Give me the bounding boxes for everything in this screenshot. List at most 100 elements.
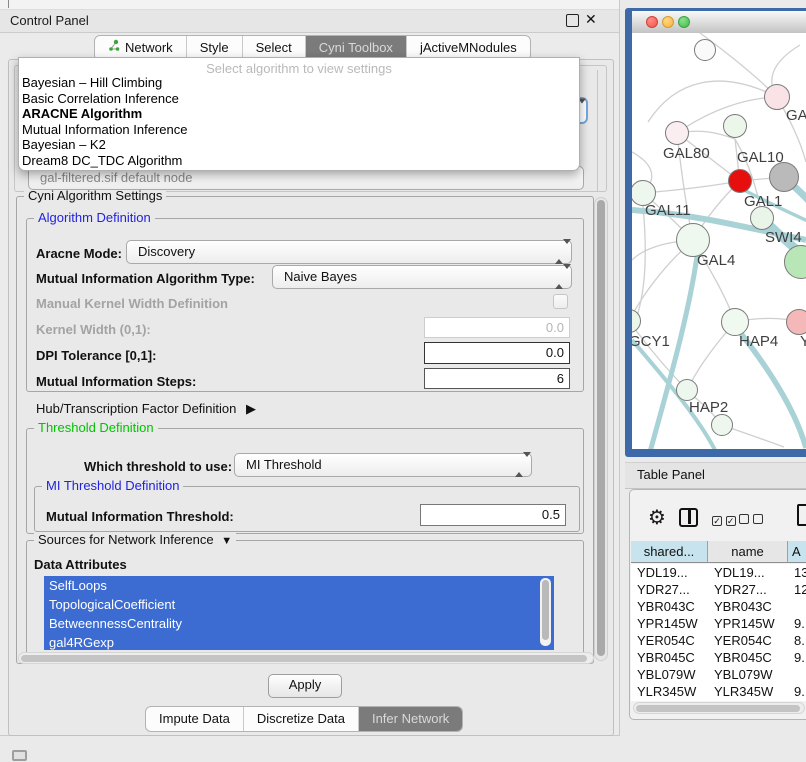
mi-threshold-field[interactable]: 0.5 xyxy=(420,504,566,526)
network-node[interactable] xyxy=(721,308,749,336)
close-panel-icon[interactable]: ✕ xyxy=(585,11,597,28)
which-threshold-combo[interactable]: MI Threshold xyxy=(234,453,532,477)
settings-scrollbar[interactable] xyxy=(594,197,608,661)
table-cell[interactable]: 9 xyxy=(788,700,806,701)
table-cell[interactable]: YLR345W xyxy=(631,683,708,700)
table-cell[interactable]: YBR043C xyxy=(631,598,708,615)
table-cell[interactable]: YBR045C xyxy=(708,649,788,666)
manual-kernel-checkbox[interactable] xyxy=(553,294,568,309)
list-item[interactable]: gal4RGexp xyxy=(44,633,554,650)
network-node[interactable] xyxy=(676,379,698,401)
network-node[interactable] xyxy=(694,39,716,61)
table-row[interactable]: YBR043CYBR043C xyxy=(631,598,806,615)
table-row[interactable]: YBR045CYBR045C9. xyxy=(631,649,806,666)
list-scrollbar[interactable] xyxy=(540,578,551,646)
table-cell[interactable]: YDL19... xyxy=(631,564,708,581)
network-node[interactable] xyxy=(728,169,752,193)
table-row[interactable]: YER054CYER054C8. xyxy=(631,632,806,649)
float-panel-icon[interactable] xyxy=(566,14,579,27)
sources-title[interactable]: Sources for Network Inference ▼ xyxy=(34,533,236,548)
settings-scrollbar-thumb[interactable] xyxy=(597,200,605,656)
table-cell[interactable]: 12 xyxy=(788,581,806,598)
table-cell[interactable]: YLR345W xyxy=(708,683,788,700)
table-hscrollbar-thumb[interactable] xyxy=(636,705,800,712)
table-row[interactable]: YDR27...YDR27...12 xyxy=(631,581,806,598)
network-node[interactable] xyxy=(769,162,799,192)
mi-type-combo[interactable]: Naive Bayes xyxy=(272,265,572,289)
table-cell[interactable]: YIL052C xyxy=(631,700,708,701)
table-row[interactable]: YDL19...YDL19...13 xyxy=(631,564,806,581)
table-cell[interactable]: 9. xyxy=(788,649,806,666)
table-cell[interactable]: 8. xyxy=(788,632,806,649)
new-table-icon[interactable] xyxy=(797,504,806,526)
table-cell[interactable]: YIL052C xyxy=(708,700,788,701)
table-cell[interactable]: YBR045C xyxy=(631,649,708,666)
table-row[interactable]: YPR145WYPR145W9. xyxy=(631,615,806,632)
table-cell[interactable]: YPR145W xyxy=(631,615,708,632)
table-cell[interactable]: 9. xyxy=(788,683,806,700)
settings-hscrollbar-thumb[interactable] xyxy=(21,655,587,662)
table-cell[interactable]: YDR27... xyxy=(708,581,788,598)
aracne-mode-combo[interactable]: Discovery xyxy=(126,240,572,264)
kernel-width-field[interactable]: 0.0 xyxy=(424,317,570,338)
network-window-titlebar[interactable] xyxy=(632,11,806,34)
dropdown-item-selected[interactable]: ARACNE Algorithm xyxy=(19,106,579,122)
dpi-tolerance-field[interactable]: 0.0 xyxy=(424,342,570,364)
tab-label: Impute Data xyxy=(159,707,230,731)
data-attributes-list[interactable]: SelfLoops TopologicalCoefficient Between… xyxy=(44,576,554,650)
table-hscrollbar[interactable] xyxy=(633,702,805,714)
table-cell[interactable]: YPR145W xyxy=(708,615,788,632)
list-item[interactable]: BetweennessCentrality xyxy=(44,614,554,633)
list-item[interactable]: SelfLoops xyxy=(44,576,554,595)
table-cell[interactable]: YBL079W xyxy=(708,666,788,683)
list-scrollbar-thumb[interactable] xyxy=(542,580,549,640)
network-node[interactable] xyxy=(723,114,747,138)
tab-discretize-data[interactable]: Discretize Data xyxy=(243,707,358,731)
network-canvas[interactable]: GAL GAL80 GAL10 GAL1 GAL11 SWI4 GAL4 GCY… xyxy=(632,33,806,449)
apply-button[interactable]: Apply xyxy=(268,674,342,698)
gear-icon[interactable]: ⚙ xyxy=(648,505,666,530)
docked-panel-icon[interactable] xyxy=(12,750,27,761)
threshold-definition-title: Threshold Definition xyxy=(34,421,158,435)
table-cell[interactable]: YER054C xyxy=(631,632,708,649)
network-node[interactable] xyxy=(711,414,733,436)
column-header-shared-name[interactable]: shared... xyxy=(631,541,708,563)
table-row[interactable]: YIL052CYIL052C9 xyxy=(631,700,806,701)
tab-infer-network[interactable]: Infer Network xyxy=(358,707,462,731)
table-cell[interactable]: YDL19... xyxy=(708,564,788,581)
table-cell[interactable]: YDR27... xyxy=(631,581,708,598)
panel-title: Control Panel xyxy=(10,13,89,28)
minimize-traffic-light[interactable] xyxy=(662,16,674,28)
tab-impute-data[interactable]: Impute Data xyxy=(146,707,243,731)
dropdown-item[interactable]: Bayesian – K2 xyxy=(19,137,579,153)
split-columns-icon[interactable] xyxy=(679,508,698,527)
hub-definition-toggle[interactable]: Hub/Transcription Factor Definition ▶ xyxy=(36,401,256,417)
dropdown-item[interactable]: Dream8 DC_TDC Algorithm xyxy=(19,153,579,169)
zoom-traffic-light[interactable] xyxy=(678,16,690,28)
table-cell[interactable]: 9. xyxy=(788,615,806,632)
table-cell[interactable]: YBR043C xyxy=(708,598,788,615)
table-row[interactable]: YBL079WYBL079W xyxy=(631,666,806,683)
select-all-columns-icon[interactable]: ✓ ✓ xyxy=(712,512,736,527)
mi-steps-field[interactable]: 6 xyxy=(424,368,570,389)
table-cell[interactable] xyxy=(788,598,806,615)
dpi-tolerance-label: DPI Tolerance [0,1]: xyxy=(36,348,156,363)
table-cell[interactable]: YBL079W xyxy=(631,666,708,683)
deselect-all-columns-icon[interactable] xyxy=(739,512,763,527)
aracne-mode-label: Aracne Mode: xyxy=(36,246,122,261)
table-cell[interactable]: 13 xyxy=(788,564,806,581)
node-label: GAL1 xyxy=(744,193,782,210)
dropdown-item[interactable]: Bayesian – Hill Climbing xyxy=(19,75,579,91)
table-row[interactable]: YLR345WYLR345W9. xyxy=(631,683,806,700)
settings-hscrollbar[interactable] xyxy=(18,652,594,664)
table-cell[interactable] xyxy=(788,666,806,683)
column-header-name[interactable]: name xyxy=(708,541,788,563)
list-item[interactable]: TopologicalCoefficient xyxy=(44,595,554,614)
column-header-cut[interactable]: A xyxy=(788,541,806,563)
dropdown-item[interactable]: Mutual Information Inference xyxy=(19,122,579,138)
close-traffic-light[interactable] xyxy=(646,16,658,28)
network-node[interactable] xyxy=(665,121,689,145)
dropdown-item[interactable]: Basic Correlation Inference xyxy=(19,91,579,107)
table-cell[interactable]: YER054C xyxy=(708,632,788,649)
network-node[interactable] xyxy=(786,309,806,335)
